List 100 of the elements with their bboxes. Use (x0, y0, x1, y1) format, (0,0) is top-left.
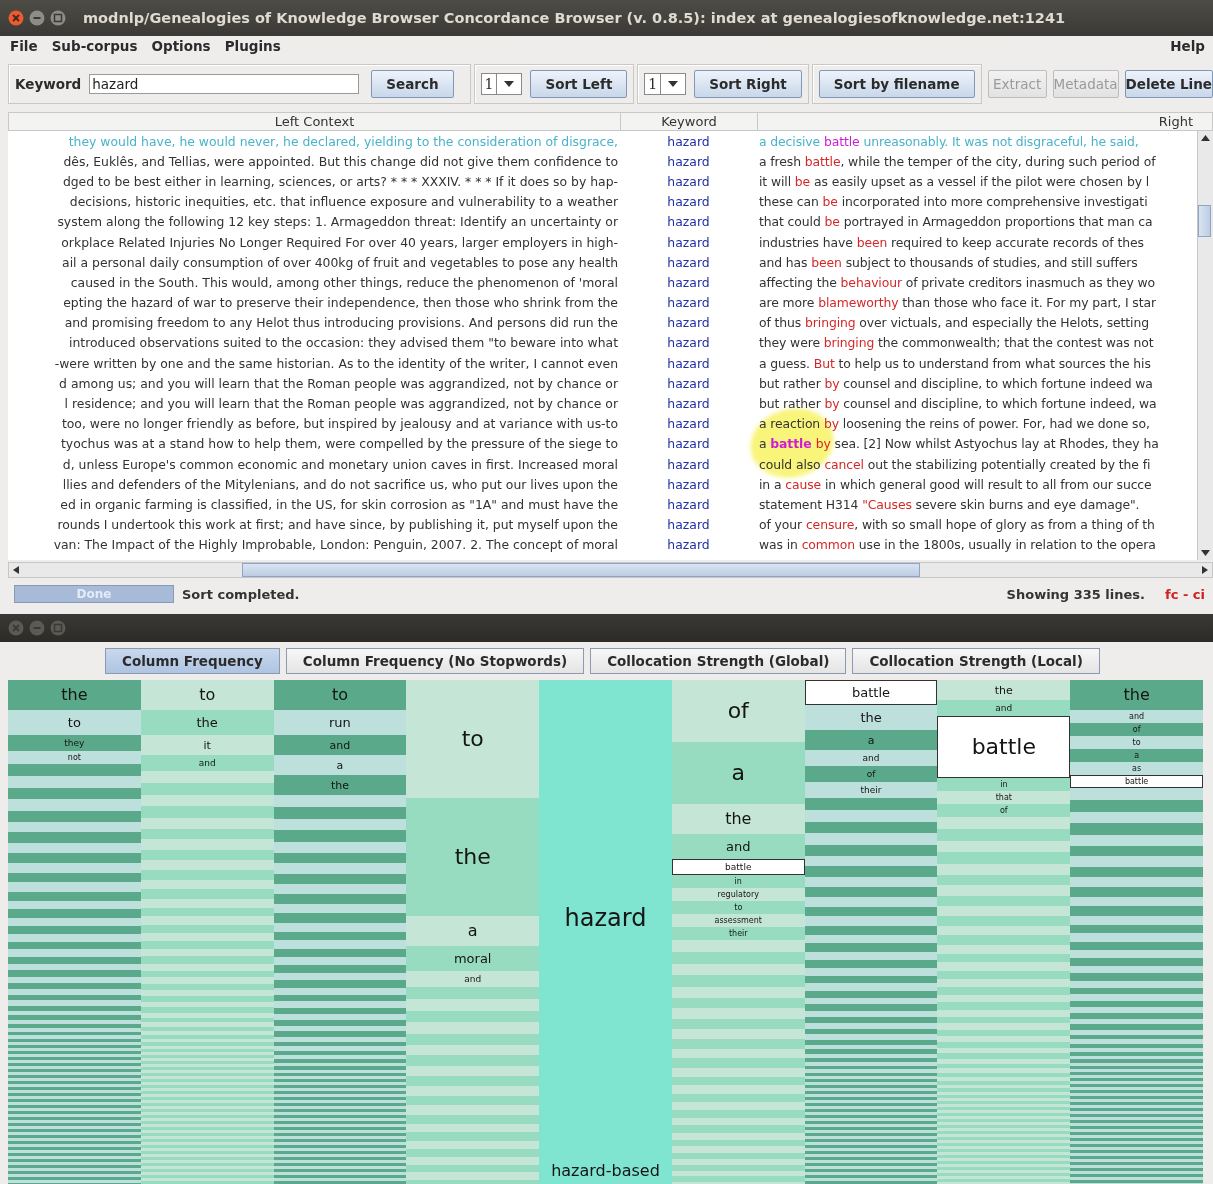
word-block: and (273, 735, 407, 755)
word-block: to (140, 680, 274, 710)
right-context-cell-text: a guess. But to help us to understand from what sources the his (758, 355, 1151, 371)
menu-item[interactable]: Sub-corpus (51, 38, 138, 54)
word-block: battle (937, 716, 1071, 778)
word-block: and (804, 750, 938, 766)
word-block: regulatory (671, 888, 805, 901)
left-context-cell-text: system along the following 12 key steps: 1. Armageddon threat: Identify an uncertainty or (57, 214, 619, 230)
word-block: of (804, 766, 938, 782)
window-title: modnlp/Genealogies of Knowledge Browser Concordance Browser (v. 0.8.5): index at genealogiesofknowledge.net:1241 (83, 10, 1066, 26)
menu-item[interactable]: Help (1170, 38, 1205, 54)
left-context-cell-text: orkplace Related Injuries No Longer Required For over 40 years, larger employers in high- (61, 234, 619, 250)
minimize-icon[interactable] (29, 620, 45, 636)
right-context-cell-text: and has been subject to thousands of studies, and still suffers (758, 254, 1138, 270)
close-icon[interactable] (8, 10, 24, 26)
word-block: the (406, 798, 540, 916)
tab[interactable]: Collocation Strength (Global) (590, 648, 847, 674)
word-block: to (273, 680, 407, 710)
keyword-cell: hazard (667, 517, 710, 533)
toolbar-button[interactable]: Sort by filename (818, 70, 975, 98)
word-block: of (1070, 723, 1203, 736)
left-context-cell-text: tyochus was at a stand how to help them, were compelled by the pressure of the siege to (61, 436, 619, 452)
sort-left-button[interactable]: Sort Left (530, 70, 628, 98)
word-block: the (273, 775, 407, 795)
sort-right-button[interactable]: Sort Right (694, 70, 802, 98)
word-block: and (406, 971, 540, 987)
left-context-cell-text: too, were no longer friendly as before, but inspired by jealousy and at variance with us-to (61, 416, 619, 432)
left-context-cell-text: dês, Euklês, and Tellias, were appointed. But this change did not give them confidence to (63, 153, 619, 169)
right-context-cell-text: of your censure, with so small hope of glory as from a thing of th (758, 517, 1155, 533)
word-block: as (1070, 762, 1203, 775)
word-block: run (273, 710, 407, 735)
column-header[interactable]: Keyword (621, 113, 758, 130)
right-context-cell-text: a fresh battle, while the temper of the city, during such period of (758, 153, 1156, 169)
close-icon[interactable] (8, 620, 24, 636)
word-block: the (937, 680, 1071, 700)
word-block: assessment (671, 914, 805, 927)
maximize-icon[interactable] (50, 620, 66, 636)
maximize-icon[interactable] (50, 10, 66, 26)
horizontal-scrollbar[interactable] (8, 562, 1213, 578)
keyword-cell: hazard (667, 537, 710, 553)
left-context-cell-text: decisions, historic inequities, etc. that influence exposure and vulnerability to a weather (69, 194, 619, 210)
left-context-cell-text: d among us; and you will learn that the Roman people was aggrandized, not by chance or (59, 375, 619, 391)
word-block: of (671, 680, 805, 742)
word-block: a (406, 916, 540, 946)
keyword-cell: hazard (667, 254, 710, 270)
keyword-cell: hazard (667, 436, 710, 452)
toolbar-button[interactable]: Delete Line (1124, 70, 1213, 98)
tab[interactable]: Column Frequency (105, 648, 280, 674)
word-block: in (937, 778, 1071, 791)
word-block: not (8, 751, 141, 764)
status-flags: fc - ci (1165, 586, 1205, 602)
keyword-cell: hazard (667, 234, 710, 250)
tab[interactable]: Collocation Strength (Local) (852, 648, 1100, 674)
line-count: Showing 335 lines. (1006, 586, 1145, 602)
column-header[interactable]: Left Context (9, 113, 621, 130)
left-context-cell-text: they would have, he would never, he declared, yielding to the consideration of disgrace, (68, 133, 619, 149)
keyword-cell: hazard (667, 416, 710, 432)
progress-bar: Done (14, 585, 174, 603)
left-context-cell-text: l residence; and you will learn that the Roman people was aggrandized, not by chance or (64, 396, 619, 412)
word-block: their (671, 927, 805, 940)
search-button[interactable]: Search (371, 70, 454, 98)
word-block: of (937, 804, 1071, 817)
scrollbar-thumb[interactable] (1198, 205, 1211, 237)
right-context-cell-text: a decisive battle unreasonably. It was not disgraceful, he said, (758, 133, 1139, 149)
menu-item[interactable]: File (10, 38, 38, 54)
right-context-cell-text: they were bringing the commonwealth; that the contest was not (758, 335, 1154, 351)
word-block: to (671, 901, 805, 914)
sort-depth-dropdown[interactable]: 1 (480, 73, 523, 95)
keyword-cell: hazard (667, 133, 710, 149)
left-context-cell-text: van: The Impact of the Highly Improbable, London: Penguin, 2007. 2. The concept of moral (53, 537, 619, 553)
word-block: the (1070, 680, 1203, 710)
word-block: hazard (539, 680, 672, 1156)
scrollbar-thumb[interactable] (242, 563, 920, 577)
right-context-cell-text: affecting the behaviour of private creditors inasmuch as they wo (758, 274, 1156, 290)
word-block: the (804, 705, 938, 730)
right-context-cell-text: but rather by counsel and discipline, to which fortune indeed wa (758, 375, 1153, 391)
menu-item[interactable]: Options (151, 38, 211, 54)
right-context-cell-text: it will be as easily upset as a vessel if the pilot were chosen by l (758, 173, 1150, 189)
right-context-cell-text: are more blameworthy than those who face it. For my part, I star (758, 295, 1156, 311)
keyword-cell: hazard (667, 476, 710, 492)
word-block: a (671, 742, 805, 804)
right-context-cell-text: but rather by counsel and discipline, to which fortune indeed, wa (758, 396, 1157, 412)
word-block: to (406, 680, 540, 798)
sort-depth-dropdown[interactable]: 1 (644, 73, 687, 95)
word-block: a (804, 730, 938, 750)
left-context-cell-text: d, unless Europe's common economic and monetary union caves in first. Increased moral (62, 456, 619, 472)
menu-item[interactable]: Plugins (224, 38, 281, 54)
left-context-cell-text: -were written by one and the same historian. As to the identity of the writer, I cannot even (54, 355, 619, 371)
left-context-cell-text: rounds I undertook this work at first; and have since, by publishing it, put myself upon the (57, 517, 619, 533)
keyword-cell: hazard (667, 194, 710, 210)
keyword-cell: hazard (667, 375, 710, 391)
vertical-scrollbar[interactable] (1197, 131, 1213, 560)
column-header[interactable]: Right (758, 113, 1199, 130)
keyword-field[interactable]: hazard (89, 74, 360, 94)
word-block: that (937, 791, 1071, 804)
keyword-cell: hazard (667, 496, 710, 512)
tab[interactable]: Column Frequency (No Stopwords) (285, 648, 585, 674)
minimize-icon[interactable] (29, 10, 45, 26)
left-context-cell-text: introduced observations suited to the occasion: they advised them "to beware into what (69, 335, 619, 351)
word-block: and (937, 700, 1071, 716)
